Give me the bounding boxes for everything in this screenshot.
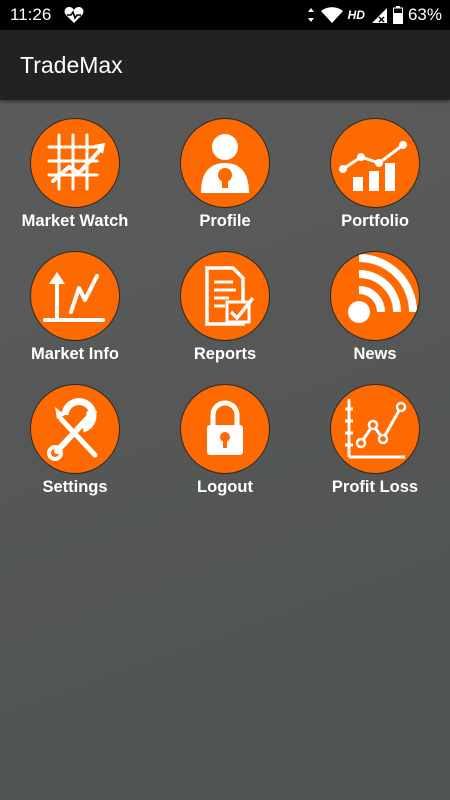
menu-item-label: Settings xyxy=(42,478,108,496)
battery-percentage: 63% xyxy=(407,5,442,24)
menu-item-reports[interactable]: Reports xyxy=(150,251,300,376)
settings-icon xyxy=(47,398,98,461)
profit-loss-icon xyxy=(345,399,407,459)
menu-item-label: Profile xyxy=(199,212,251,230)
profile-icon xyxy=(201,134,249,193)
market-watch-icon xyxy=(47,133,105,191)
status-icons: HD 63% xyxy=(306,5,442,25)
logout-icon xyxy=(207,400,243,455)
signal-icon xyxy=(371,7,387,23)
menu-item-icon-circle xyxy=(30,251,120,341)
market-info-icon xyxy=(43,272,105,322)
menu-item-icon-circle xyxy=(330,118,420,208)
app-title: TradeMax xyxy=(20,52,123,78)
menu-item-icon-circle xyxy=(180,118,270,208)
heart-icon xyxy=(64,7,84,23)
menu-item-settings[interactable]: Settings xyxy=(0,384,150,509)
status-bar: 11:26 HD 63% xyxy=(0,0,450,30)
vibrate-icon xyxy=(307,8,314,22)
menu-item-label: Reports xyxy=(193,345,257,363)
menu-item-profit-loss[interactable]: Profit Loss xyxy=(300,384,450,509)
network-type-label: HD xyxy=(347,8,365,22)
menu-item-profile[interactable]: Profile xyxy=(150,118,300,243)
menu-item-market-info[interactable]: Market Info xyxy=(0,251,150,376)
menu-item-label: Market Info xyxy=(30,345,119,363)
menu-item-portfolio[interactable]: Portfolio xyxy=(300,118,450,243)
status-time: 11:26 xyxy=(10,5,52,24)
app-bar: TradeMax xyxy=(0,30,450,100)
menu-item-logout[interactable]: Logout xyxy=(150,384,300,509)
menu-item-news[interactable]: News xyxy=(300,251,450,376)
menu-item-label: Logout xyxy=(197,478,253,496)
menu-item-icon-circle xyxy=(30,384,120,474)
app-screen: 11:26 HD 63% TradeMax Market Watch Profi… xyxy=(0,0,450,800)
battery-icon xyxy=(392,6,403,24)
menu-item-label: Portfolio xyxy=(341,212,409,230)
menu-item-icon-circle xyxy=(330,251,420,341)
menu-item-icon-circle xyxy=(330,384,420,474)
menu-item-icon-circle xyxy=(180,251,270,341)
menu-item-label: Profit Loss xyxy=(331,478,419,496)
news-icon xyxy=(348,254,417,323)
menu-item-label: News xyxy=(353,345,397,363)
menu-item-label: Market Watch xyxy=(21,212,129,230)
menu-item-icon-circle xyxy=(180,384,270,474)
wifi-icon xyxy=(320,6,343,23)
portfolio-icon xyxy=(339,141,407,191)
menu-item-market-watch[interactable]: Market Watch xyxy=(0,118,150,243)
menu-item-icon-circle xyxy=(30,118,120,208)
reports-icon xyxy=(205,266,255,326)
